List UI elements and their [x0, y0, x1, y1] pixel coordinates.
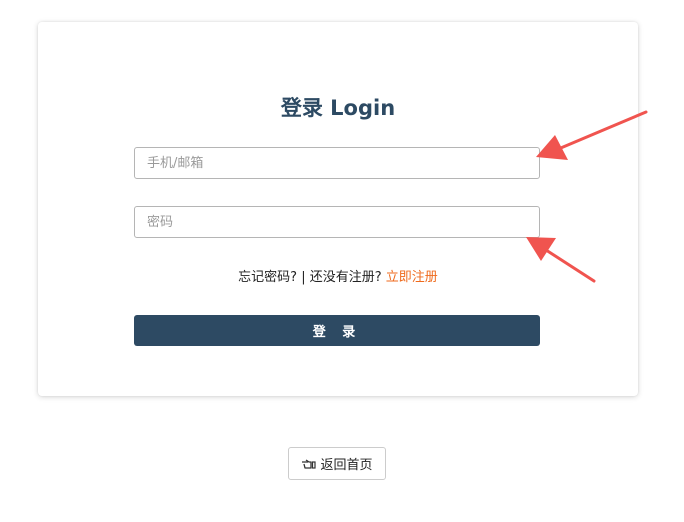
links-separator: | — [301, 270, 306, 285]
back-home-button[interactable]: 返回首页 — [288, 447, 386, 480]
page-title: 登录 Login — [280, 96, 396, 120]
no-account-text: 还没有注册? — [309, 270, 382, 285]
login-card: 登录 Login 忘记密码? | 还没有注册? 立即注册 登 录 — [38, 22, 638, 396]
account-input[interactable] — [134, 147, 540, 179]
password-input[interactable] — [134, 206, 540, 238]
back-home-label: 返回首页 — [320, 458, 373, 473]
forgot-password-link[interactable]: 忘记密码? — [238, 270, 297, 285]
auth-links: 忘记密码? | 还没有注册? 立即注册 — [38, 266, 638, 285]
hand-pointing-icon — [301, 458, 317, 470]
register-link[interactable]: 立即注册 — [386, 270, 438, 285]
login-button[interactable]: 登 录 — [134, 315, 540, 346]
